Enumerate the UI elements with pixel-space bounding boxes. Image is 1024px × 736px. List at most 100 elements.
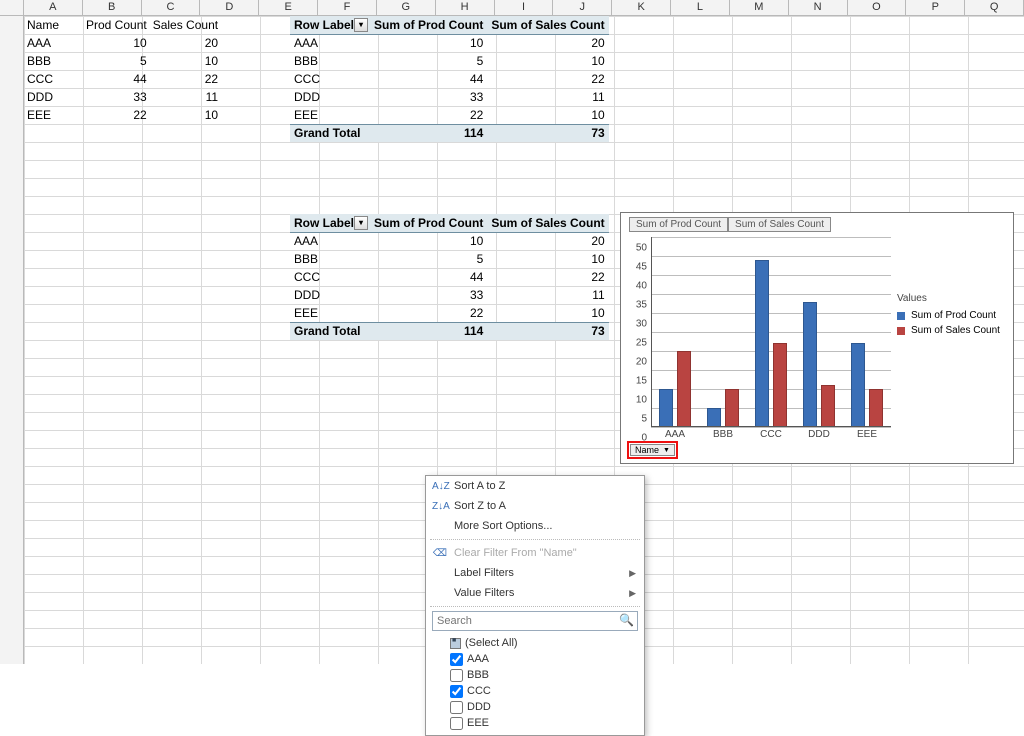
cell[interactable]: EEE: [290, 106, 370, 124]
cell[interactable]: 10: [150, 106, 221, 124]
column-header[interactable]: A: [24, 0, 83, 15]
cell[interactable]: 10: [487, 250, 608, 268]
cell[interactable]: 22: [487, 268, 608, 286]
cell[interactable]: 44: [370, 268, 487, 286]
column-header[interactable]: L: [671, 0, 730, 15]
column-header[interactable]: N: [789, 0, 848, 15]
column-header[interactable]: B: [83, 0, 142, 15]
cell[interactable]: CCC: [24, 70, 83, 88]
cell[interactable]: DDD: [290, 88, 370, 106]
cell[interactable]: 33: [370, 286, 487, 304]
filter-check-option[interactable]: DDD: [450, 699, 638, 715]
cell[interactable]: AAA: [290, 34, 370, 52]
cell[interactable]: Name: [24, 16, 83, 34]
menu-item-sort-za[interactable]: Z↓A Sort Z to A: [426, 496, 644, 516]
chart-field-button-sales[interactable]: Sum of Sales Count: [728, 217, 831, 232]
cell[interactable]: CCC: [290, 268, 370, 286]
menu-item-value-filters[interactable]: Value Filters ▶: [426, 583, 644, 603]
column-header[interactable]: E: [259, 0, 318, 15]
cell[interactable]: Grand Total: [290, 124, 370, 142]
cell[interactable]: 114: [370, 322, 487, 340]
pivot-col-header[interactable]: Sum of Prod Count: [370, 214, 487, 232]
menu-item-more-sort[interactable]: More Sort Options...: [426, 516, 644, 536]
cell[interactable]: 22: [83, 106, 150, 124]
pivot-row-labels-header[interactable]: Row Labels ▾: [290, 16, 370, 34]
column-header[interactable]: O: [848, 0, 907, 15]
cell[interactable]: 44: [83, 70, 150, 88]
cell[interactable]: 5: [370, 250, 487, 268]
chart-field-button-prod[interactable]: Sum of Prod Count: [629, 217, 728, 232]
cell[interactable]: 11: [487, 88, 608, 106]
cell[interactable]: 73: [487, 124, 608, 142]
checkbox[interactable]: [450, 685, 463, 698]
cell[interactable]: BBB: [24, 52, 83, 70]
filter-check-option[interactable]: BBB: [450, 667, 638, 683]
cell[interactable]: DDD: [290, 286, 370, 304]
cell[interactable]: 22: [150, 70, 221, 88]
menu-item-sort-az[interactable]: A↓Z Sort A to Z: [426, 476, 644, 496]
filter-check-option[interactable]: EEE: [450, 715, 638, 731]
pivot-col-header[interactable]: Sum of Sales Count: [487, 16, 608, 34]
cell[interactable]: AAA: [290, 232, 370, 250]
column-header[interactable]: K: [612, 0, 671, 15]
cell[interactable]: 10: [487, 52, 608, 70]
column-header[interactable]: I: [495, 0, 554, 15]
cell[interactable]: 11: [150, 88, 221, 106]
cell[interactable]: 11: [487, 286, 608, 304]
pivot-col-header[interactable]: Sum of Sales Count: [487, 214, 608, 232]
cell[interactable]: 10: [83, 34, 150, 52]
cell[interactable]: 22: [370, 106, 487, 124]
checkbox[interactable]: [450, 638, 461, 649]
column-header[interactable]: Q: [965, 0, 1024, 15]
cell[interactable]: 20: [150, 34, 221, 52]
cell[interactable]: 5: [370, 52, 487, 70]
select-all-corner[interactable]: [0, 0, 24, 15]
checkbox[interactable]: [450, 669, 463, 682]
filter-search-input[interactable]: [432, 611, 638, 631]
cell[interactable]: EEE: [24, 106, 83, 124]
cell[interactable]: 10: [370, 34, 487, 52]
pivot-chart[interactable]: Sum of Prod Count Sum of Sales Count 051…: [620, 212, 1014, 464]
cell[interactable]: EEE: [290, 304, 370, 322]
filter-check-select-all[interactable]: (Select All): [450, 635, 638, 651]
cell[interactable]: 33: [370, 88, 487, 106]
cell[interactable]: DDD: [24, 88, 83, 106]
cell[interactable]: 20: [487, 34, 608, 52]
filter-dropdown-button[interactable]: ▾: [354, 18, 368, 32]
checkbox[interactable]: [450, 717, 463, 730]
cell[interactable]: 73: [487, 322, 608, 340]
column-header[interactable]: H: [436, 0, 495, 15]
cell[interactable]: BBB: [290, 52, 370, 70]
chart-name-dropdown[interactable]: Name ▼: [630, 444, 675, 456]
menu-item-label-filters[interactable]: Label Filters ▶: [426, 563, 644, 583]
column-header[interactable]: P: [906, 0, 965, 15]
pivot-row-labels-header[interactable]: Row Labels ▾: [290, 214, 370, 232]
filter-dropdown-button[interactable]: ▾: [354, 216, 368, 230]
pivot-col-header[interactable]: Sum of Prod Count: [370, 16, 487, 34]
cell[interactable]: 10: [150, 52, 221, 70]
filter-check-option[interactable]: CCC: [450, 683, 638, 699]
cell[interactable]: AAA: [24, 34, 83, 52]
cell[interactable]: 20: [487, 232, 608, 250]
cell[interactable]: BBB: [290, 250, 370, 268]
cell[interactable]: CCC: [290, 70, 370, 88]
cell[interactable]: 33: [83, 88, 150, 106]
cell[interactable]: 10: [487, 106, 608, 124]
cell[interactable]: 10: [487, 304, 608, 322]
grid-body[interactable]: Name Prod Count Sales Count AAA1020 BBB5…: [0, 16, 1024, 664]
column-header[interactable]: G: [377, 0, 436, 15]
cell[interactable]: Grand Total: [290, 322, 370, 340]
cell[interactable]: Sales Count: [150, 16, 221, 34]
filter-check-option[interactable]: AAA: [450, 651, 638, 667]
cell[interactable]: 22: [370, 304, 487, 322]
column-header[interactable]: M: [730, 0, 789, 15]
cell[interactable]: 44: [370, 70, 487, 88]
checkbox[interactable]: [450, 701, 463, 714]
column-header[interactable]: J: [553, 0, 612, 15]
column-header[interactable]: D: [200, 0, 259, 15]
cell[interactable]: 5: [83, 52, 150, 70]
column-header[interactable]: C: [142, 0, 201, 15]
cell[interactable]: Prod Count: [83, 16, 150, 34]
column-header[interactable]: F: [318, 0, 377, 15]
cell[interactable]: 10: [370, 232, 487, 250]
